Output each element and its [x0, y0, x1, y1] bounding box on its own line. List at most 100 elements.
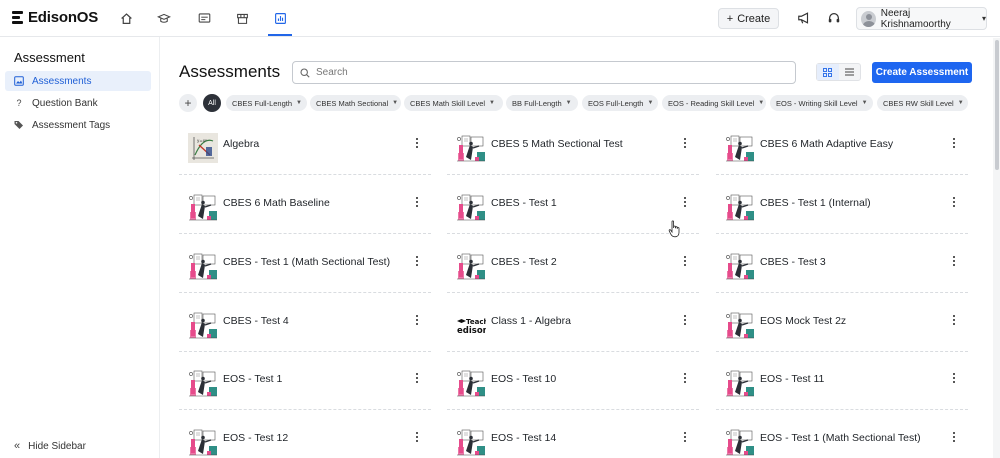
assessment-card[interactable]: y=x² Algebra — [179, 125, 431, 175]
search-input[interactable] — [316, 67, 786, 78]
assessment-illustration-thumbnail — [188, 427, 218, 457]
filter-chip[interactable]: EOS - Writing Skill Level ▼ — [770, 95, 873, 111]
assessment-title: EOS - Test 1 (Math Sectional Test) — [760, 432, 921, 444]
hide-sidebar-label: Hide Sidebar — [28, 440, 86, 452]
assessment-card[interactable]: CBES - Test 2 — [447, 243, 699, 293]
create-assessment-button[interactable]: Create Assessment — [872, 62, 972, 83]
sidebar-item-assessment-tags[interactable]: Assessment Tags — [5, 115, 151, 135]
filter-chip[interactable]: BB Full-Length ▼ — [506, 95, 578, 111]
assessment-card[interactable]: Teach edison Class 1 - Algebra — [447, 302, 699, 352]
more-options-icon[interactable] — [414, 314, 420, 326]
store-icon[interactable] — [234, 10, 250, 26]
assessment-card[interactable]: EOS - Test 12 — [179, 419, 431, 458]
hide-sidebar-button[interactable]: « Hide Sidebar — [14, 440, 86, 452]
more-options-icon[interactable] — [414, 255, 420, 267]
filter-chip-label: EOS Full-Length — [588, 98, 644, 108]
home-icon[interactable] — [118, 10, 134, 26]
more-options-icon[interactable] — [414, 137, 420, 149]
more-options-icon[interactable] — [682, 372, 688, 384]
image-icon — [14, 76, 24, 86]
sidebar-item-label: Question Bank — [32, 97, 98, 109]
assessment-card[interactable]: EOS - Test 1 — [179, 360, 431, 410]
assessment-card[interactable]: CBES - Test 1 (Internal) — [716, 184, 968, 234]
app-name: EdisonOS — [28, 9, 99, 26]
add-filter-button[interactable]: + — [179, 94, 197, 112]
more-options-icon[interactable] — [951, 255, 957, 267]
assessment-title: EOS Mock Test 2z — [760, 315, 847, 327]
hand-cursor-icon — [668, 220, 680, 238]
brand-logo[interactable]: EdisonOS — [12, 9, 98, 26]
sidebar: Assessment Assessments ? Question Bank A… — [0, 37, 160, 458]
assessment-card[interactable]: CBES - Test 1 (Math Sectional Test) — [179, 243, 431, 293]
more-options-icon[interactable] — [951, 137, 957, 149]
assessment-illustration-thumbnail — [725, 310, 755, 340]
filter-chip-label: CBES RW Skill Level — [883, 98, 954, 108]
caret-down-icon: ▼ — [565, 100, 572, 106]
list-view-button[interactable] — [839, 64, 861, 80]
assessment-card[interactable]: EOS - Test 14 — [447, 419, 699, 458]
assessment-card[interactable]: CBES - Test 4 — [179, 302, 431, 352]
more-options-icon[interactable] — [682, 137, 688, 149]
more-options-icon[interactable] — [682, 431, 688, 443]
assessment-illustration-thumbnail — [456, 368, 486, 398]
scrollbar[interactable] — [993, 38, 1000, 458]
more-options-icon[interactable] — [414, 372, 420, 384]
filter-chip[interactable]: CBES Full-Length ▼ — [226, 95, 307, 111]
assessment-title: EOS - Test 10 — [491, 373, 557, 385]
assessment-card[interactable]: EOS - Test 11 — [716, 360, 968, 410]
assessment-illustration-thumbnail — [725, 251, 755, 281]
assessment-illustration-thumbnail — [725, 427, 755, 457]
filter-chip[interactable]: EOS Full-Length ▼ — [582, 95, 658, 111]
top-bar: EdisonOS + Create Neeraj Krishnamoorthy … — [0, 0, 1000, 37]
more-options-icon[interactable] — [414, 431, 420, 443]
more-options-icon[interactable] — [951, 431, 957, 443]
filter-chip-label: BB Full-Length — [512, 98, 562, 108]
filter-chip[interactable]: CBES Math Skill Level ▼ — [404, 95, 503, 111]
graduation-cap-icon[interactable] — [156, 10, 172, 26]
more-options-icon[interactable] — [682, 255, 688, 267]
assessment-card[interactable]: CBES 6 Math Baseline — [179, 184, 431, 234]
double-chevron-left-icon: « — [14, 440, 21, 452]
id-card-icon[interactable] — [196, 10, 212, 26]
assessment-card[interactable]: EOS - Test 10 — [447, 360, 699, 410]
assessment-card[interactable]: CBES 6 Math Adaptive Easy — [716, 125, 968, 175]
view-toggle — [816, 63, 861, 81]
megaphone-icon[interactable] — [797, 11, 811, 25]
more-options-icon[interactable] — [682, 314, 688, 326]
active-nav-indicator — [268, 34, 292, 36]
assessment-illustration-thumbnail — [188, 251, 218, 281]
assessment-card[interactable]: EOS - Test 1 (Math Sectional Test) — [716, 419, 968, 458]
plus-icon: + — [726, 12, 734, 25]
sidebar-item-assessments[interactable]: Assessments — [5, 71, 151, 91]
grid-view-button[interactable] — [817, 64, 839, 80]
assessment-illustration-thumbnail — [725, 368, 755, 398]
assessment-illustration-thumbnail — [188, 368, 218, 398]
filter-chip[interactable]: CBES Math Sectional ▼ — [310, 95, 401, 111]
more-options-icon[interactable] — [682, 196, 688, 208]
assessment-card[interactable]: CBES - Test 3 — [716, 243, 968, 293]
assessment-card[interactable]: EOS Mock Test 2z — [716, 302, 968, 352]
assessment-card[interactable]: CBES 5 Math Sectional Test — [447, 125, 699, 175]
headset-icon[interactable] — [827, 11, 841, 25]
create-button[interactable]: + Create — [718, 8, 779, 29]
filter-chip[interactable]: CBES RW Skill Level ▼ — [877, 95, 968, 111]
assessment-card[interactable]: CBES - Test 1 — [447, 184, 699, 234]
assessment-illustration-thumbnail — [456, 133, 486, 163]
assessment-title: CBES 6 Math Adaptive Easy — [760, 138, 894, 150]
scrollbar-thumb[interactable] — [995, 40, 999, 170]
filter-chip-all[interactable]: All — [203, 94, 221, 112]
grid-icon — [823, 67, 833, 77]
chart-icon[interactable] — [272, 10, 288, 26]
assessment-title: CBES 6 Math Baseline — [223, 197, 330, 209]
more-options-icon[interactable] — [951, 314, 957, 326]
page-title: Assessments — [179, 62, 281, 81]
search-icon — [300, 67, 310, 78]
user-menu[interactable]: Neeraj Krishnamoorthy ▾ — [856, 7, 987, 30]
sidebar-item-question-bank[interactable]: ? Question Bank — [5, 93, 151, 113]
more-options-icon[interactable] — [951, 196, 957, 208]
more-options-icon[interactable] — [951, 372, 957, 384]
filter-chips: + All CBES Full-Length ▼ CBES Math Sectio… — [179, 94, 979, 112]
more-options-icon[interactable] — [414, 196, 420, 208]
filter-chip[interactable]: EOS - Reading Skill Level ▼ — [662, 95, 766, 111]
chevron-down-icon: ▾ — [981, 14, 986, 23]
